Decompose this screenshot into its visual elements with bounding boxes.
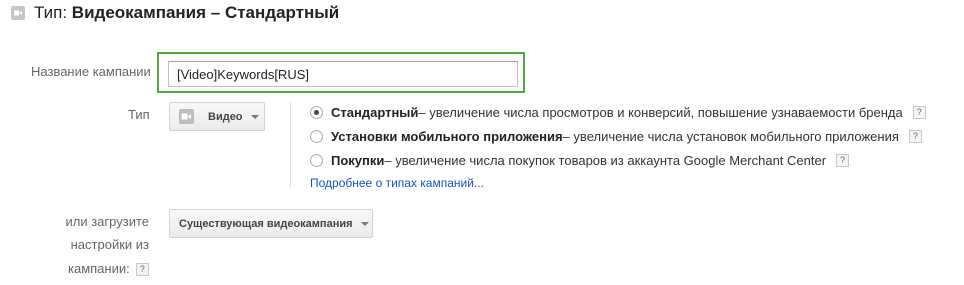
type-label: Тип (128, 107, 150, 122)
radio-mobile-app[interactable] (310, 129, 323, 143)
type-dropdown[interactable]: Видео (169, 102, 265, 131)
help-icon[interactable]: ? (908, 129, 922, 143)
campaign-types-learn-more-link[interactable]: Подробнее о типах кампаний... (310, 176, 484, 190)
option-mobile-app-title: Установки мобильного приложения (331, 128, 563, 144)
load-settings-label-line1: или загрузите (65, 214, 150, 229)
divider (290, 102, 291, 188)
load-settings-label-line3: кампании: (68, 261, 130, 276)
help-icon[interactable]: ? (912, 105, 926, 119)
video-camera-icon (11, 6, 25, 20)
type-option-shopping[interactable]: Покупки – увеличение числа покупок товар… (310, 151, 850, 169)
campaign-name-label: Название кампании (31, 64, 151, 79)
caret-down-icon (250, 114, 259, 119)
type-option-standard[interactable]: Стандартный – увеличение числа просмотро… (310, 103, 926, 121)
existing-campaign-dropdown-value: Существующая видеокампания (179, 217, 353, 230)
type-dropdown-value: Видео (208, 110, 243, 123)
option-mobile-app-description: – увеличение числа установок мобильного … (562, 128, 899, 144)
help-icon[interactable]: ? (135, 262, 149, 276)
option-shopping-description: – увеличение числа покупок товаров из ак… (384, 152, 827, 168)
radio-shopping[interactable] (310, 153, 323, 167)
radio-standard[interactable] (310, 105, 323, 119)
existing-campaign-dropdown[interactable]: Существующая видеокампания (169, 209, 373, 238)
page-title-text: Видеокампания – Стандартный (71, 3, 340, 22)
option-standard-title: Стандартный (331, 104, 419, 120)
option-shopping-title: Покупки (331, 152, 385, 168)
caret-down-icon (360, 221, 369, 226)
option-standard-description: – увеличение числа просмотров и конверси… (418, 104, 903, 120)
page-title-prefix: Тип: (34, 3, 72, 22)
page-title: Тип: Видеокампания – Стандартный (34, 1, 339, 25)
campaign-name-input[interactable] (168, 61, 518, 87)
load-settings-label-line3-row: кампании: ? (68, 261, 149, 277)
load-settings-label-line2: настройки из (70, 237, 149, 252)
video-camera-icon (179, 109, 194, 124)
help-icon[interactable]: ? (836, 153, 850, 167)
type-option-mobile-app[interactable]: Установки мобильного приложения – увелич… (310, 127, 922, 145)
